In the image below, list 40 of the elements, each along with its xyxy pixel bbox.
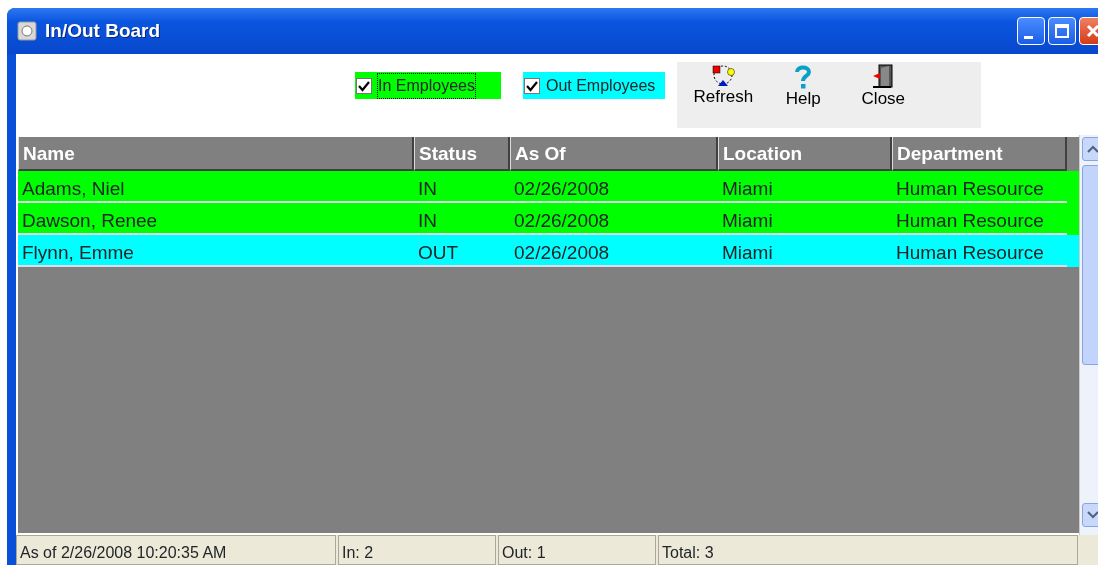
- table-cell: OUT: [414, 235, 510, 267]
- table-cell: Miami: [718, 235, 892, 267]
- chevron-down-icon: [1087, 511, 1098, 519]
- window-title: In/Out Board: [45, 18, 161, 43]
- help-button[interactable]: Help: [763, 62, 844, 128]
- close-button[interactable]: Close: [843, 62, 924, 128]
- column-header[interactable]: Department: [892, 137, 1067, 171]
- refresh-button[interactable]: Refresh: [683, 62, 764, 128]
- column-header[interactable]: Location: [718, 137, 892, 171]
- column-header[interactable]: Name: [18, 137, 414, 171]
- table-cell: 02/26/2008: [510, 235, 718, 267]
- filter-checkbox[interactable]: In Employees: [355, 72, 501, 99]
- filter-checkbox[interactable]: Out Employees: [522, 72, 666, 99]
- maximize-icon: [1055, 24, 1069, 38]
- maximize-button[interactable]: [1048, 17, 1076, 45]
- chevron-up-icon: [1087, 145, 1098, 153]
- column-header[interactable]: Status: [414, 137, 510, 171]
- app-icon: [17, 21, 37, 41]
- filter-label: In Employees: [378, 73, 475, 98]
- status-panel: Total: 3: [658, 535, 1078, 565]
- close-icon: [1086, 24, 1098, 38]
- column-header[interactable]: As Of: [510, 137, 718, 171]
- refresh-icon: [710, 64, 737, 88]
- scroll-down-button[interactable]: [1082, 503, 1098, 527]
- status-panel: In: 2: [338, 535, 496, 565]
- check-icon: [525, 79, 538, 92]
- filter-label: Out Employees: [545, 75, 656, 96]
- minimize-button[interactable]: [1017, 17, 1045, 45]
- table-cell: Flynn, Emme: [18, 235, 414, 267]
- minimize-icon: [1023, 35, 1033, 39]
- scroll-up-button[interactable]: [1082, 137, 1098, 161]
- status-panel: As of 2/26/2008 10:20:35 AM: [16, 535, 336, 565]
- scroll-thumb[interactable]: [1082, 165, 1098, 365]
- table-row[interactable]: Adams, Niel IN 02/26/2008 Miami Human Resource: [18, 171, 1079, 203]
- table-cell: Human Resource: [892, 235, 1067, 267]
- table-row[interactable]: Dawson, Renee IN 02/26/2008 Miami Human Resource: [18, 203, 1079, 235]
- status-panel: Out: 1: [498, 535, 656, 565]
- table-row[interactable]: Flynn, Emme OUT 02/26/2008 Miami Human Resource: [18, 235, 1079, 267]
- door-icon: [871, 64, 896, 90]
- check-icon: [358, 79, 370, 92]
